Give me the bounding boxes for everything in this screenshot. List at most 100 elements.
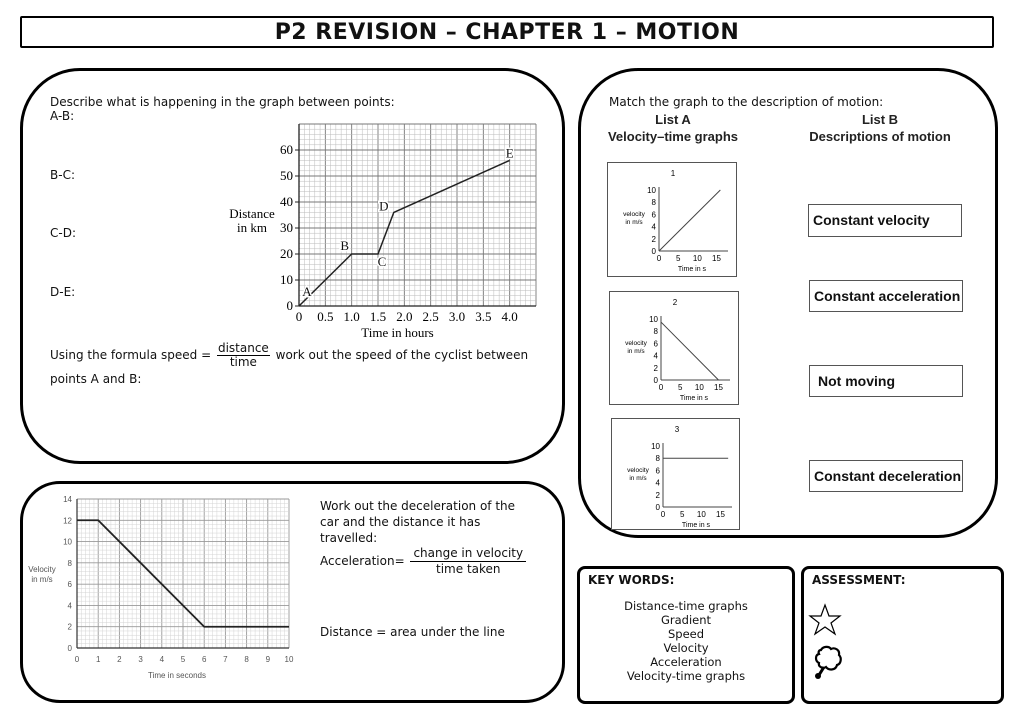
key-word: Acceleration [650, 655, 722, 669]
y-tick-label: 60 [280, 142, 293, 157]
x-tick-label: 10 [695, 383, 704, 392]
y-tick-label: 2 [654, 364, 659, 373]
list-b-title: List B [861, 112, 899, 127]
plot-area [299, 124, 536, 306]
speed-formula: Using the formula speed = distance time … [50, 342, 528, 369]
y-axis-label: Distance [229, 206, 275, 221]
velocity-time-chart: 024681012140 1 2 3 4 5 6 7 8 9 10Time in secondsVe… [28, 495, 294, 680]
distance-note: Distance = area under the line [320, 625, 505, 639]
x-tick-label: 10 [285, 655, 294, 664]
list-b-heading: List B Descriptions of motion [800, 111, 960, 145]
speed-fraction: distance time [216, 341, 270, 369]
data-line [658, 189, 721, 252]
x-axis-label: Time in s [678, 266, 707, 273]
y-tick-label: 30 [280, 220, 293, 235]
y-tick-label: 0 [68, 644, 73, 653]
y-tick-label: 8 [654, 327, 659, 336]
x-tick-label: 3.5 [475, 309, 491, 324]
x-tick-label: 6 [202, 655, 207, 664]
point-label-a: A [302, 284, 312, 299]
segment-bc-label: B-C: [50, 168, 75, 182]
velocity-time-graph-3[interactable]: 310864200 5 10 15Time in svelocityin m/s [611, 418, 740, 530]
x-tick-label: 0 [75, 655, 80, 664]
x-tick-label: 9 [266, 655, 271, 664]
page-title: P2 REVISION – CHAPTER 1 – MOTION [20, 16, 994, 48]
graph-number: 3 [675, 425, 680, 434]
y-tick-label: 6 [652, 210, 657, 219]
y-tick-label: 8 [652, 198, 657, 207]
x-tick-label: 0 [657, 254, 662, 263]
data-line [660, 321, 719, 381]
x-tick-label: 0 [296, 309, 303, 324]
acceleration-formula: Acceleration= change in velocity time ta… [320, 546, 528, 577]
x-tick-label: 1 [96, 655, 101, 664]
thought-bubble-icon [814, 645, 842, 679]
key-words-heading: KEY WORDS: [588, 573, 675, 587]
assessment-heading: ASSESSMENT: [812, 573, 906, 587]
x-tick-label: 1.0 [344, 309, 360, 324]
y-tick-label: 10 [63, 538, 72, 547]
y-tick-label: 8 [656, 454, 661, 463]
y-tick-label: 20 [280, 246, 293, 261]
y-tick-label: 6 [656, 466, 661, 475]
y-tick-label: 4 [656, 479, 661, 488]
fraction-denominator: time [229, 355, 257, 369]
y-axis-label: velocity [627, 467, 649, 474]
y-axis-label: in m/s [31, 575, 52, 584]
acceleration-fraction: change in velocity time taken [410, 546, 527, 577]
key-word: Speed [667, 627, 705, 641]
x-tick-label: 7 [223, 655, 228, 664]
graph-number: 1 [671, 169, 676, 178]
y-tick-label: 10 [647, 186, 656, 195]
description-constant-deceleration[interactable]: Constant deceleration [809, 460, 963, 492]
x-axis-label: Time in s [682, 522, 711, 529]
x-axis-label: Time in seconds [148, 671, 206, 680]
y-tick-label: 10 [280, 272, 293, 287]
y-axis-label: in m/s [629, 475, 647, 482]
x-tick-label: 15 [714, 383, 723, 392]
y-tick-label: 6 [68, 580, 73, 589]
y-tick-label: 6 [654, 339, 659, 348]
acceleration-numerator: change in velocity [410, 546, 527, 562]
y-tick-label: 10 [651, 442, 660, 451]
y-tick-label: 2 [656, 491, 661, 500]
x-tick-label: 2 [117, 655, 122, 664]
y-axis-label: in km [237, 220, 267, 235]
x-tick-label: 5 [181, 655, 186, 664]
acceleration-label: Acceleration= [320, 554, 405, 568]
x-tick-label: 15 [716, 510, 725, 519]
y-tick-label: 12 [63, 516, 72, 525]
list-b-subtitle: Descriptions of motion [809, 129, 951, 144]
velocity-time-graph-2[interactable]: 210864200 5 10 15Time in svelocityin m/s [609, 291, 739, 405]
fraction-numerator: distance [216, 341, 270, 356]
x-axis-label: Time in hours [361, 325, 433, 340]
match-prompt: Match the graph to the description of mo… [609, 95, 884, 109]
x-tick-label: 5 [678, 383, 683, 392]
x-tick-label: 3.0 [449, 309, 465, 324]
y-axis-label: velocity [625, 340, 647, 347]
x-tick-label: 0 [661, 510, 666, 519]
point-label-b: B [340, 238, 349, 253]
description-constant-velocity[interactable]: Constant velocity [808, 204, 962, 237]
list-a-heading: List A Velocity–time graphs [600, 111, 746, 145]
prompt-line-2: car and the distance it has [320, 515, 481, 529]
describe-prompt: Describe what is happening in the graph … [50, 95, 395, 109]
star-icon [808, 603, 842, 636]
graph-number: 2 [673, 298, 678, 307]
x-tick-label: 3 [138, 655, 143, 664]
x-tick-label: 8 [244, 655, 249, 664]
point-label-d: D [379, 198, 388, 213]
description-constant-acceleration[interactable]: Constant acceleration [809, 280, 963, 312]
x-tick-label: 2.0 [396, 309, 412, 324]
x-tick-label: 0 [659, 383, 664, 392]
x-tick-label: 1.5 [370, 309, 386, 324]
velocity-time-graph-1[interactable]: 110864200 5 10 15Time in svelocityin m/s [607, 162, 737, 277]
y-tick-label: 2 [652, 235, 657, 244]
y-tick-label: 0 [287, 298, 294, 313]
y-tick-label: 10 [649, 315, 658, 324]
x-tick-label: 5 [680, 510, 685, 519]
description-not-moving[interactable]: Not moving [809, 365, 963, 397]
segment-cd-label: C-D: [50, 226, 76, 240]
key-word: Velocity [663, 641, 709, 655]
formula-suffix: work out the speed of the cyclist betwee… [275, 348, 529, 362]
